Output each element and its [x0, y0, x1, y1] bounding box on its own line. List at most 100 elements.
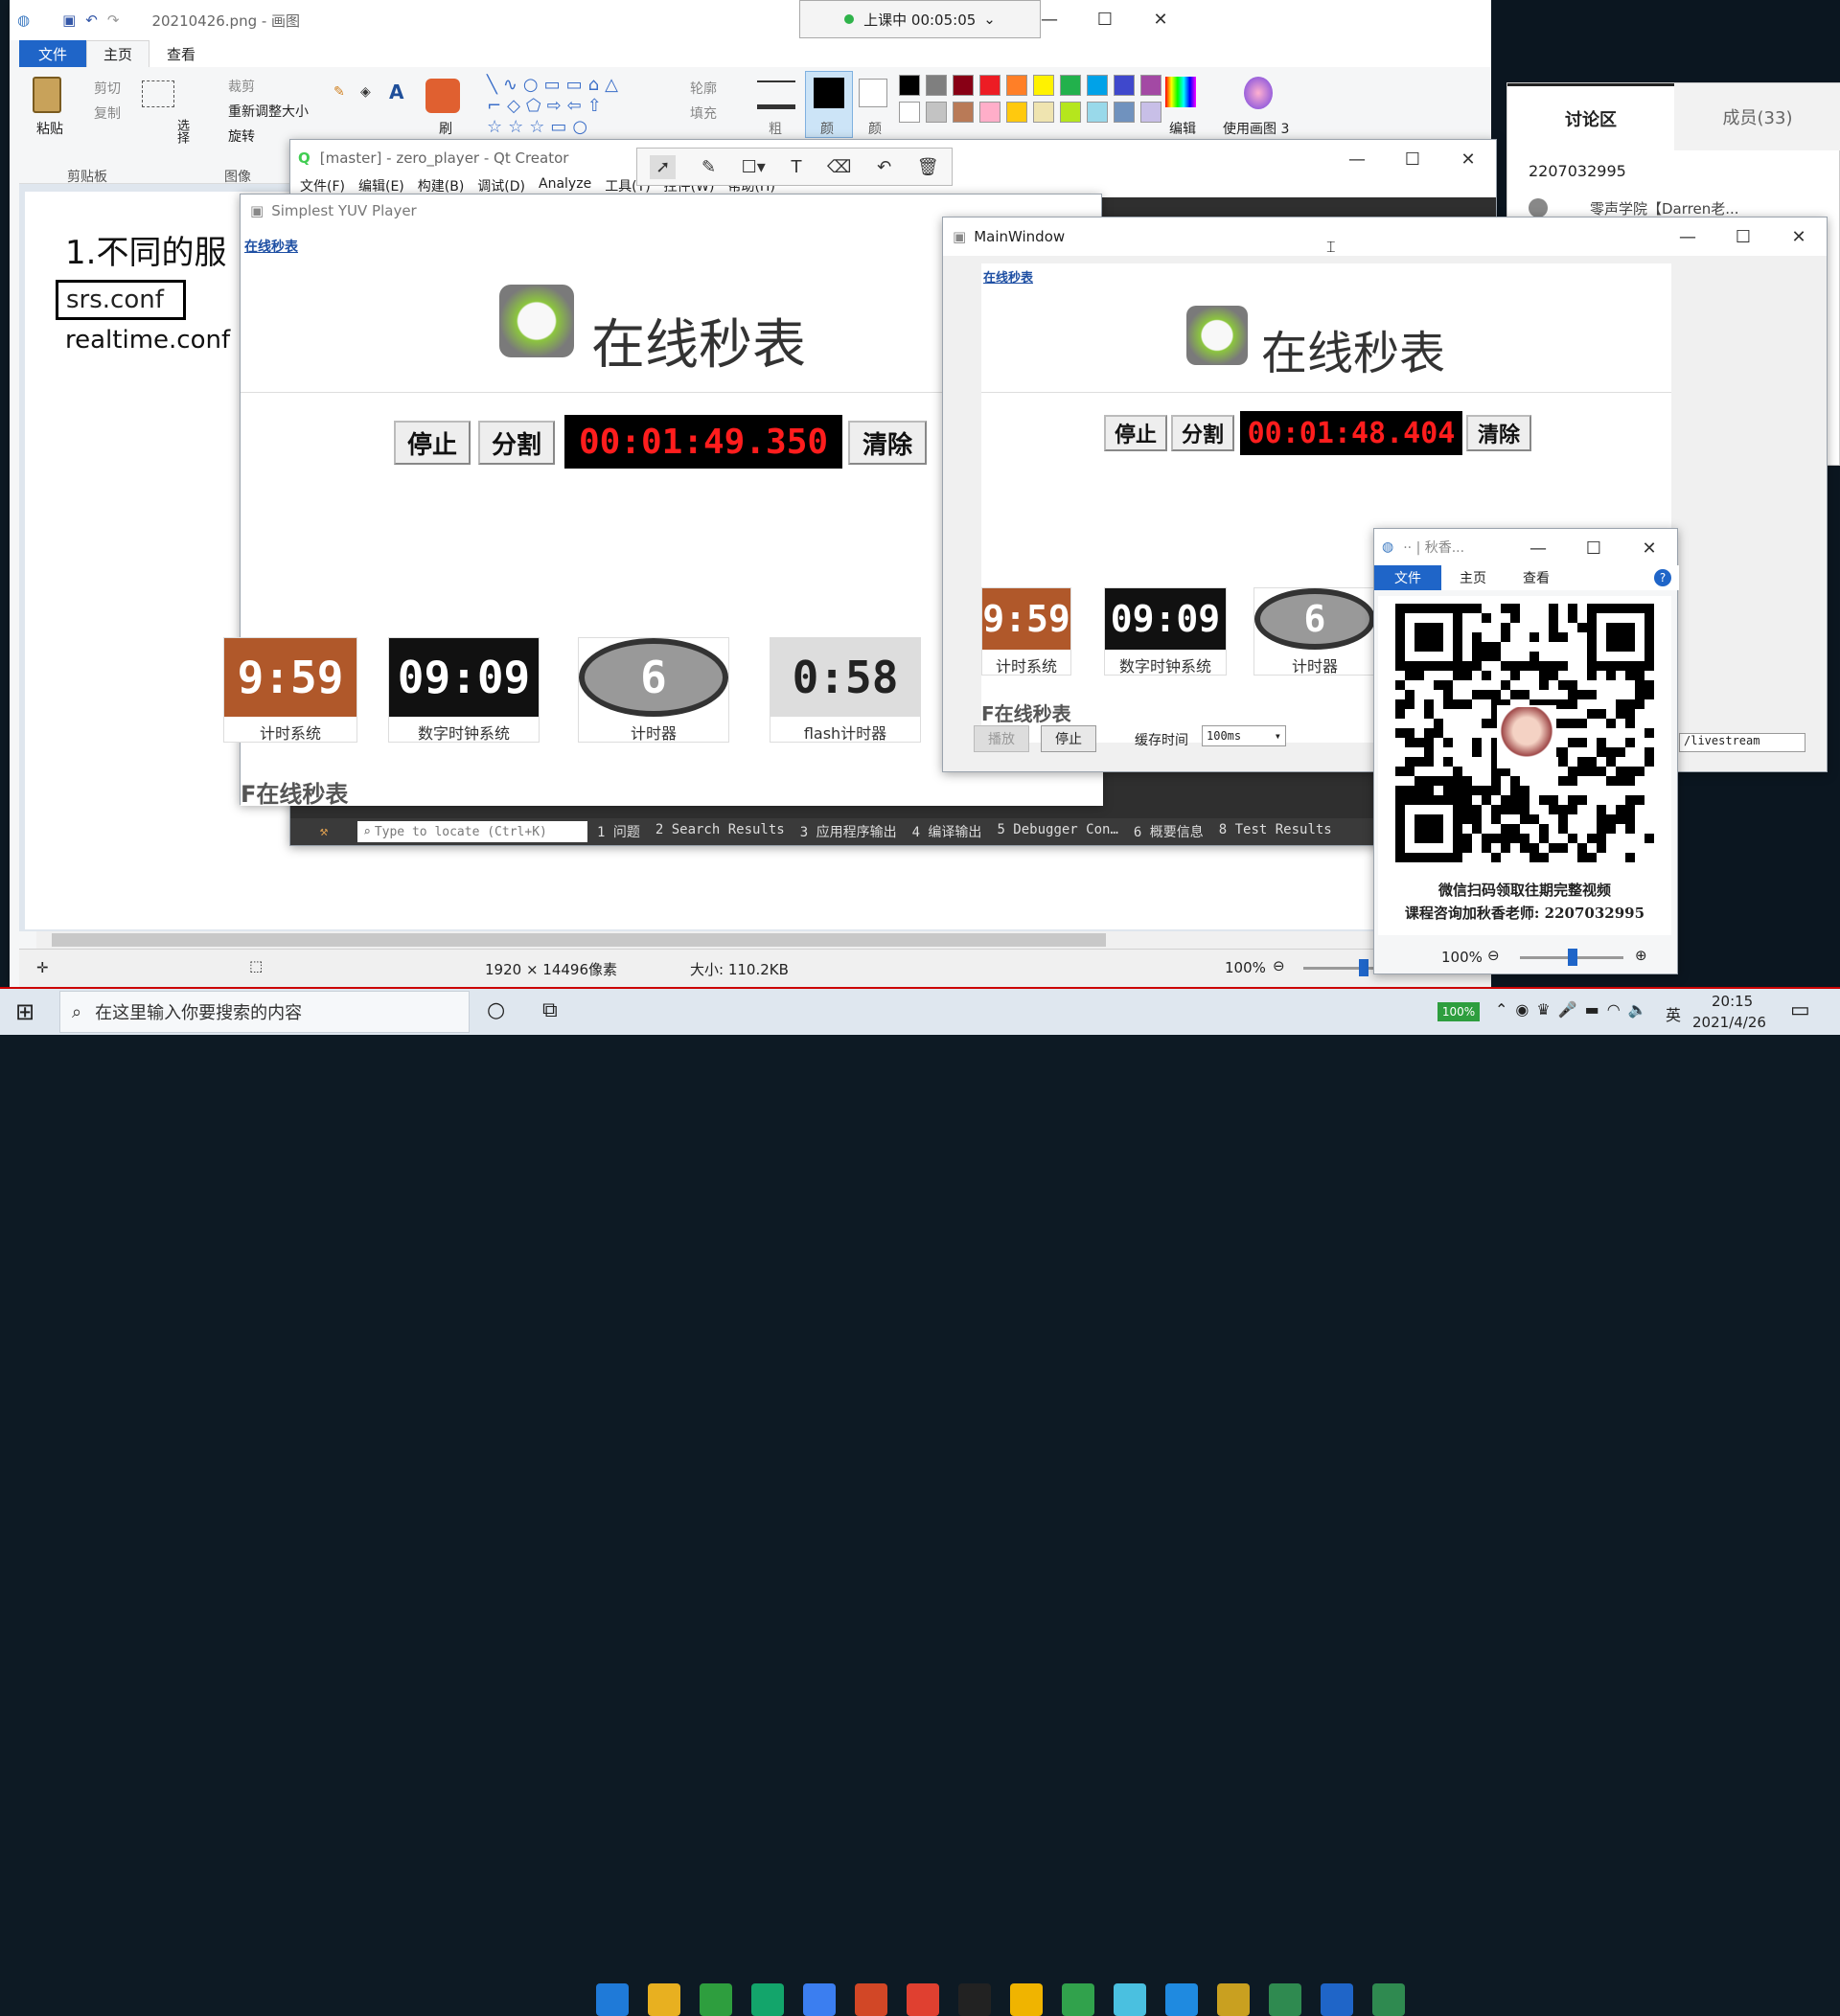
color-swatch[interactable] — [1060, 102, 1081, 123]
main-stop-button[interactable]: 停止 — [1104, 415, 1167, 451]
main-split-button[interactable]: 分割 — [1171, 415, 1234, 451]
eraser-icon[interactable]: ⌫ — [827, 157, 851, 177]
select-label[interactable]: 选择 — [172, 119, 191, 144]
close-button[interactable]: ✕ — [1133, 0, 1188, 38]
yuv-stop-button[interactable]: 停止 — [394, 421, 471, 465]
color-palette[interactable] — [899, 75, 1162, 128]
color-swatch[interactable] — [1140, 75, 1162, 96]
select-icon[interactable] — [142, 80, 174, 107]
save-icon[interactable]: ▣ — [62, 11, 76, 29]
taskbar-app-icon[interactable] — [751, 1983, 784, 2016]
resize-button[interactable]: 重新调整大小 — [228, 102, 309, 121]
color-swatch[interactable] — [1087, 75, 1108, 96]
shapes-gallery[interactable]: ╲∿○▭▭⌂△ ⌐◇⬠⇨⇦⇧ ☆☆☆▭○ — [487, 75, 650, 138]
widget-tile[interactable]: 6 计时器 — [578, 637, 729, 743]
tab-discussion[interactable]: 讨论区 — [1507, 83, 1674, 150]
paste-icon[interactable] — [33, 77, 61, 113]
close-button[interactable]: ✕ — [1440, 140, 1496, 178]
color-swatch[interactable] — [1006, 75, 1027, 96]
cortana-icon[interactable]: ○ — [487, 998, 505, 1022]
main-clear-button[interactable]: 清除 — [1466, 415, 1531, 451]
color-swatch[interactable] — [1140, 102, 1162, 123]
widget-tile[interactable]: 09:09 数字时钟系统 — [1104, 587, 1227, 676]
play-button[interactable]: 播放 — [974, 725, 1029, 752]
taskbar-app-icon[interactable] — [1321, 1983, 1353, 2016]
task-view-icon[interactable]: ⧉ — [542, 998, 558, 1022]
brush-icon[interactable] — [426, 79, 460, 113]
close-button[interactable]: ✕ — [1622, 529, 1677, 567]
pointer-icon[interactable]: ➚ — [650, 154, 677, 179]
color-swatch[interactable] — [926, 75, 947, 96]
menu-home[interactable]: 主页 — [1441, 565, 1505, 590]
widget-tile[interactable]: 9:59 计时系统 — [981, 587, 1071, 676]
paint3d-icon[interactable] — [1244, 77, 1273, 109]
taskbar-app-icon[interactable] — [1217, 1983, 1250, 2016]
paint-hscrollbar[interactable] — [36, 931, 1484, 949]
undo-tool-icon[interactable]: ↶ — [877, 157, 891, 177]
rectangle-icon[interactable]: ☐▾ — [742, 157, 766, 177]
thickness-label[interactable]: 粗 — [769, 119, 782, 138]
pencil-icon[interactable]: ✎ — [334, 84, 345, 100]
notifications-icon[interactable]: ▭ — [1790, 998, 1810, 1022]
help-icon[interactable]: ? — [1654, 569, 1671, 586]
brush-label[interactable]: 刷 — [439, 119, 452, 138]
ime-indicator[interactable]: 英 — [1666, 1002, 1681, 1025]
pen-icon[interactable]: ✎ — [702, 157, 716, 177]
locate-input[interactable]: ⌕ Type to locate (Ctrl+K) — [357, 821, 587, 842]
clock-time[interactable]: 20:15 — [1712, 993, 1753, 1010]
widget-tile[interactable]: 0:58 flash计时器 — [770, 637, 921, 743]
qt-output-tab[interactable]: 6 概要信息 — [1134, 822, 1204, 841]
color-swatch[interactable] — [899, 75, 920, 96]
color-swatch[interactable] — [1060, 75, 1081, 96]
maximize-button[interactable]: ☐ — [1566, 529, 1622, 567]
taskbar-app-icon[interactable] — [855, 1983, 887, 2016]
fill-button[interactable]: 填充 — [690, 103, 717, 123]
qt-output-tab[interactable]: 3 应用程序输出 — [800, 822, 897, 841]
windows-start-icon[interactable]: ⊞ — [15, 998, 34, 1025]
edit-colors-icon[interactable] — [1165, 77, 1196, 107]
fill-icon[interactable]: ◈ — [360, 84, 371, 100]
menu-file[interactable]: 文件 — [19, 40, 86, 67]
paste-label[interactable]: 粘贴 — [36, 119, 63, 138]
maximize-button[interactable]: ☐ — [1077, 0, 1133, 38]
copy-button[interactable]: 复制 — [94, 103, 121, 123]
widget-tile[interactable]: 9:59 计时系统 — [223, 637, 357, 743]
yuv-split-button[interactable]: 分割 — [478, 421, 555, 465]
maximize-button[interactable]: ☐ — [1715, 218, 1771, 256]
taskbar-app-icon[interactable] — [1114, 1983, 1146, 2016]
menu-view[interactable]: 查看 — [1505, 565, 1568, 590]
zoom-out-icon[interactable]: ⊖ — [1273, 957, 1285, 974]
crop-button[interactable]: 裁剪 — [228, 77, 255, 96]
qt-build-icon[interactable]: ⚒ — [290, 824, 357, 839]
outline-button[interactable]: 轮廓 — [690, 79, 717, 98]
cache-select[interactable]: 100ms ▾ — [1202, 725, 1286, 746]
color-swatch[interactable] — [1087, 102, 1108, 123]
color-swatch[interactable] — [1006, 102, 1027, 123]
menu-view[interactable]: 查看 — [150, 40, 213, 67]
widget-tile[interactable]: 6 计时器 — [1254, 587, 1376, 676]
color-swatch[interactable] — [1114, 75, 1135, 96]
main-link[interactable]: 在线秒表 — [983, 267, 1033, 286]
rotate-button[interactable]: 旋转 — [228, 126, 255, 146]
trash-icon[interactable]: 🗑 — [917, 157, 939, 177]
stop-playback-button[interactable]: 停止 — [1041, 725, 1096, 752]
tray-icons[interactable]: ⌃◉♛🎤▬◠🔈 — [1495, 1000, 1655, 1019]
color-swatch[interactable] — [1114, 102, 1135, 123]
taskbar-app-icon[interactable] — [958, 1983, 991, 2016]
clock-date[interactable]: 2021/4/26 — [1692, 1014, 1766, 1031]
yuv-link[interactable]: 在线秒表 — [244, 237, 298, 256]
zoom-slider[interactable] — [1520, 949, 1623, 966]
zoom-out-icon[interactable]: ⊖ — [1487, 947, 1500, 964]
cut-button[interactable]: 剪切 — [94, 79, 121, 98]
taskbar-app-icon[interactable] — [1165, 1983, 1198, 2016]
url-input[interactable]: /livestream — [1679, 733, 1806, 752]
taskbar-app-icon[interactable] — [1269, 1983, 1301, 2016]
widget-tile[interactable]: 09:09 数字时钟系统 — [388, 637, 540, 743]
taskbar-app-icon[interactable] — [803, 1983, 836, 2016]
close-button[interactable]: ✕ — [1771, 218, 1827, 256]
paint3d-label[interactable]: 使用画图 3 — [1223, 119, 1289, 138]
taskbar-app-icon[interactable] — [596, 1983, 629, 2016]
text-tool-icon[interactable]: T — [791, 157, 801, 177]
minimize-button[interactable]: — — [1660, 218, 1715, 256]
qt-output-tab[interactable]: 5 Debugger Con… — [997, 822, 1117, 841]
